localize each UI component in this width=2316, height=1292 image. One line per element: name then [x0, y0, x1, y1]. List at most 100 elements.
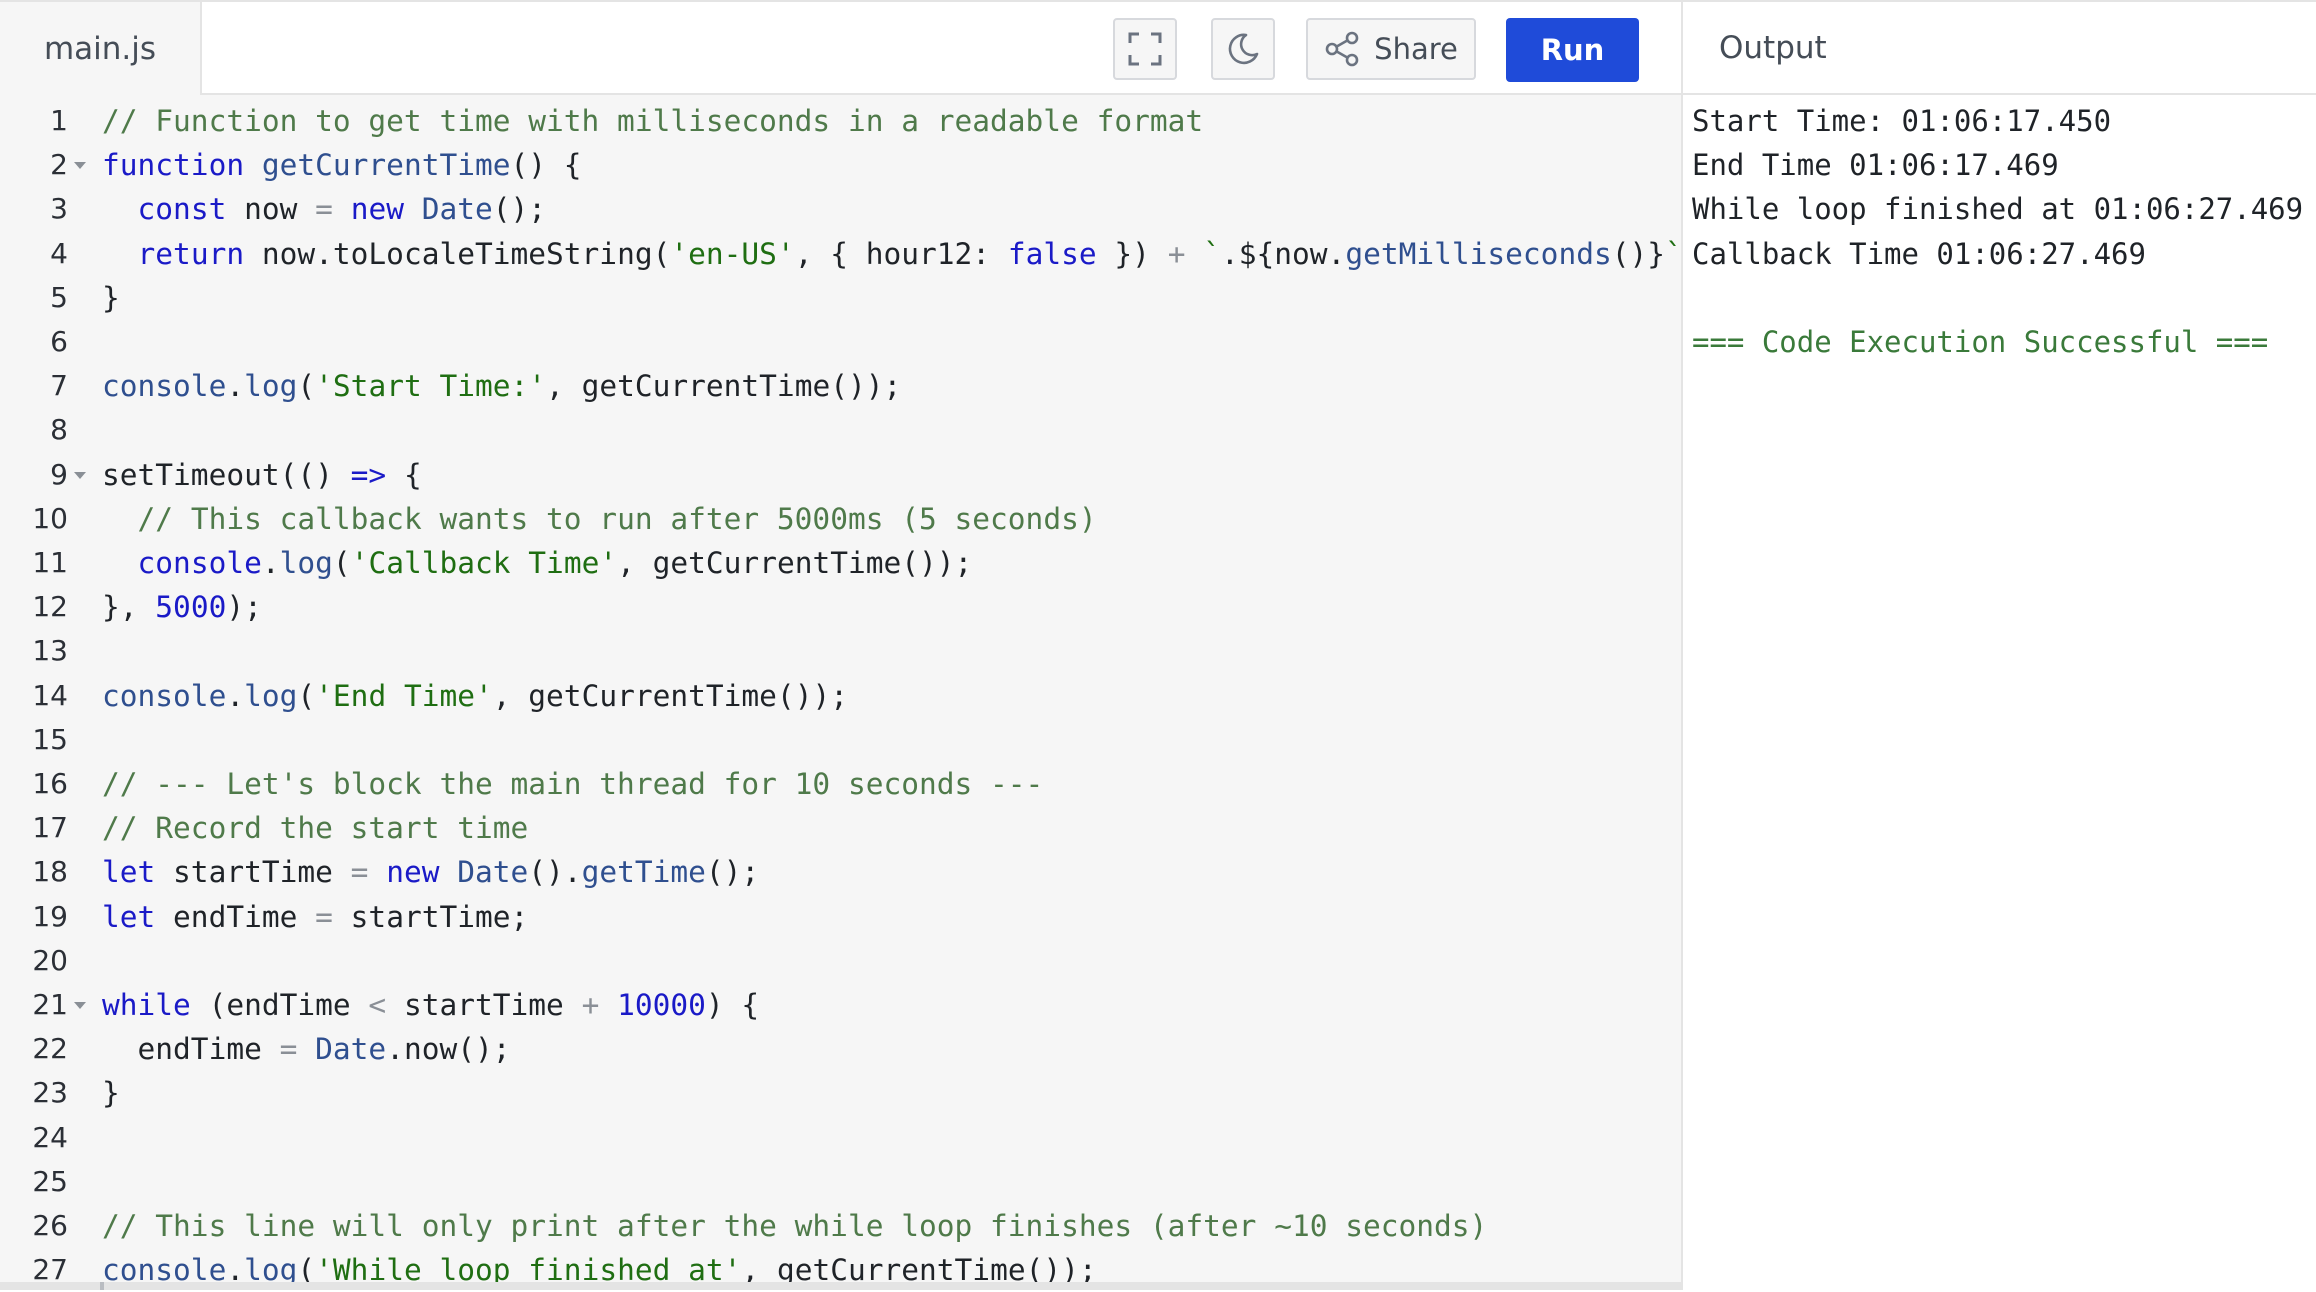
code-line[interactable]: }	[102, 276, 120, 320]
code-line[interactable]: let startTime = new Date().getTime();	[102, 850, 759, 894]
share-button[interactable]: Share	[1306, 18, 1476, 80]
code-token: ) {	[705, 988, 760, 1022]
code-line[interactable]: return now.toLocaleTimeString('en-US', {…	[102, 232, 1701, 276]
line-number: 24	[32, 1120, 68, 1154]
output-line: While loop finished at 01:06:27.469	[1692, 192, 2304, 227]
line-number: 25	[32, 1164, 68, 1198]
share-label: Share	[1374, 32, 1458, 66]
code-token: , getCurrentTime());	[492, 678, 848, 713]
code-token: log	[244, 678, 298, 713]
code-token: =	[315, 899, 351, 934]
code-token: `	[1203, 236, 1221, 271]
line-number: 20	[32, 943, 68, 977]
code-token: +	[1167, 236, 1204, 271]
line-number: 21	[32, 988, 68, 1021]
line-number: 7	[50, 369, 68, 403]
code-token: now	[244, 192, 316, 227]
online-compiler: main.js Share Run 1 2 3 4 5 6 7 8 9 10 1…	[0, 0, 2316, 1290]
code-token: ();	[705, 855, 760, 890]
code-token: // --- Let's block the main thread for 1…	[102, 767, 1044, 801]
code-token: getMilliseconds	[1345, 236, 1612, 271]
moon-icon	[1228, 33, 1259, 65]
code-token: startTime	[403, 988, 582, 1022]
code-token: (	[332, 546, 351, 580]
code-token: // Record the start time	[102, 811, 529, 846]
line-number: 23	[32, 1076, 68, 1110]
code-editor[interactable]: // Function to get time with millisecond…	[102, 96, 1701, 1287]
fold-toggle[interactable]	[74, 471, 86, 479]
code-token: (	[297, 678, 316, 713]
line-number: 3	[50, 192, 68, 226]
code-token: getCurrentTime	[261, 148, 511, 183]
line-number: 9	[50, 457, 68, 491]
fold-toggle[interactable]	[74, 162, 86, 170]
line-number: 12	[32, 590, 68, 624]
line-number: 14	[32, 678, 68, 712]
code-token: (	[297, 369, 316, 404]
code-token: Date	[315, 1032, 387, 1067]
code-line[interactable]: console.log('Start Time:', getCurrentTim…	[102, 364, 901, 408]
line-number-gutter: 1 2 3 4 5 6 7 8 9 10 11 12 13 14 15 16 17 18 19 20 21 22 23 24 2…	[0, 96, 96, 1286]
code-token: while	[102, 988, 191, 1022]
output-header: Output	[1683, 0, 2316, 95]
code-line[interactable]: // --- Let's block the main thread for 1…	[102, 762, 1043, 806]
code-token: .	[226, 678, 245, 713]
code-line[interactable]: while (endTime < startTime + 10000) {	[102, 983, 759, 1027]
file-tab-main-js[interactable]: main.js	[0, 0, 200, 97]
code-token: .now();	[386, 1032, 511, 1067]
code-line[interactable]: // Record the start time	[102, 806, 528, 850]
code-token: , getCurrentTime());	[617, 546, 973, 580]
code-token: 5000	[155, 590, 227, 625]
code-token: 10000	[617, 988, 706, 1022]
code-line[interactable]: endTime = Date.now();	[102, 1027, 511, 1071]
run-button[interactable]: Run	[1506, 18, 1639, 82]
code-token: , { hour12:	[794, 236, 1008, 271]
code-token: , getCurrentTime());	[546, 369, 902, 404]
fold-toggle[interactable]	[74, 1002, 86, 1009]
horizontal-scrollbar[interactable]	[0, 1282, 1681, 1290]
theme-toggle-button[interactable]	[1211, 18, 1275, 80]
output-title: Output	[1719, 30, 1827, 66]
code-token: (endTime	[190, 988, 369, 1022]
line-number: 18	[32, 855, 68, 889]
code-token: Date	[421, 192, 493, 227]
line-number: 17	[32, 811, 68, 845]
code-token: function	[102, 148, 262, 183]
code-token: ().	[528, 855, 582, 890]
code-line[interactable]: const now = new Date();	[102, 187, 547, 231]
code-token: endTime	[173, 899, 316, 934]
line-number: 13	[32, 634, 68, 668]
code-token: =>	[350, 457, 387, 492]
code-line[interactable]: }, 5000);	[102, 585, 262, 629]
code-token: startTime	[173, 855, 351, 890]
code-token: {	[386, 457, 422, 492]
line-number: 2	[50, 148, 68, 182]
code-token: console	[137, 546, 262, 580]
line-number: 22	[32, 1032, 68, 1066]
code-token: Date	[457, 855, 529, 890]
code-token: =	[315, 192, 351, 227]
fullscreen-button[interactable]	[1113, 18, 1177, 80]
code-line[interactable]: // This callback wants to run after 5000…	[102, 497, 1097, 541]
code-line[interactable]: // This line will only print after the w…	[102, 1204, 1487, 1248]
code-token: =	[350, 855, 387, 890]
code-line[interactable]: }	[102, 1071, 120, 1115]
output-line: End Time 01:06:17.469	[1692, 148, 2059, 183]
fullscreen-icon	[1128, 32, 1162, 66]
code-line[interactable]: console.log('Callback Time', getCurrentT…	[102, 541, 973, 585]
code-token: endTime	[102, 1032, 280, 1067]
code-token: +	[581, 988, 618, 1022]
code-token: new	[350, 192, 422, 227]
code-line[interactable]: console.log('End Time', getCurrentTime()…	[102, 674, 848, 718]
code-line[interactable]: let endTime = startTime;	[102, 895, 528, 939]
line-number: 8	[50, 413, 68, 447]
scrollbar-thumb[interactable]	[100, 1282, 104, 1290]
code-token: // This callback wants to run after 5000…	[137, 501, 1097, 536]
code-line[interactable]: // Function to get time with millisecond…	[102, 99, 1203, 143]
code-token: 'End Time'	[315, 678, 493, 713]
code-line[interactable]: setTimeout(() => {	[102, 453, 422, 497]
code-line[interactable]: function getCurrentTime() {	[102, 143, 582, 187]
